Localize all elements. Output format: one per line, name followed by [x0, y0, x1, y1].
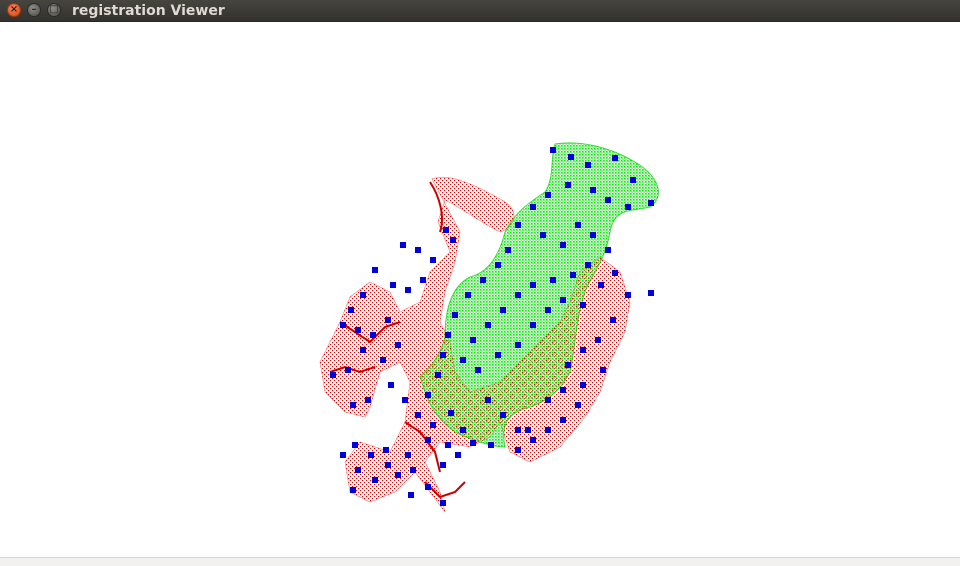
minimize-icon[interactable]: –	[27, 3, 41, 17]
close-icon[interactable]: ×	[7, 3, 21, 17]
point-cloud-canvas[interactable]	[0, 22, 960, 557]
maximize-icon[interactable]: □	[47, 3, 61, 17]
point-cloud-viewport[interactable]	[0, 22, 960, 557]
window-title: registration Viewer	[72, 3, 225, 19]
title-bar: × – □ registration Viewer	[0, 0, 960, 22]
